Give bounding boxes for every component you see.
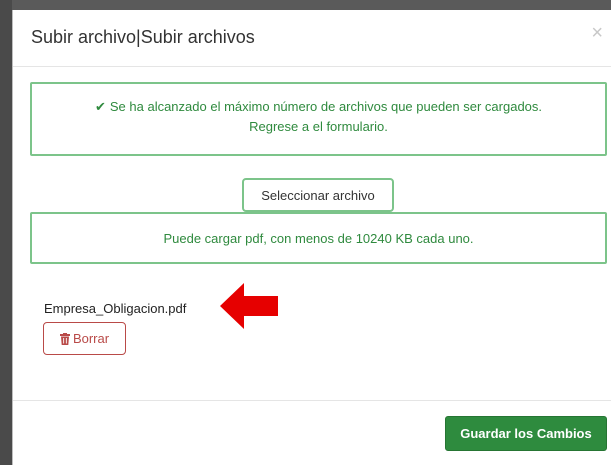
uploaded-file-name: Empresa_Obligacion.pdf	[44, 301, 187, 316]
red-arrow-annotation	[220, 283, 278, 329]
save-changes-button[interactable]: Guardar los Cambios	[445, 416, 607, 451]
backdrop-left	[0, 0, 12, 465]
alert-text-1: Se ha alcanzado el máximo número de arch…	[109, 99, 543, 114]
modal-footer-divider	[13, 400, 611, 401]
upload-info-box: Puede cargar pdf, con menos de 10240 KB …	[30, 212, 607, 264]
upload-info-text: Puede cargar pdf, con menos de 10240 KB …	[163, 230, 474, 246]
modal-title: Subir archivo|Subir archivos	[31, 27, 255, 47]
modal-header: Subir archivo|Subir archivos ×	[13, 10, 611, 67]
close-button[interactable]: ×	[591, 23, 603, 43]
upload-modal: Subir archivo|Subir archivos × ✔ Se ha al…	[12, 10, 611, 465]
backdrop-top	[0, 0, 611, 10]
alert-text-2: Regrese a el formulario.	[249, 119, 388, 134]
delete-file-button[interactable]: Borrar	[43, 322, 126, 355]
delete-button-label: Borrar	[72, 331, 110, 346]
max-files-alert: ✔ Se ha alcanzado el máximo número de arc…	[30, 82, 607, 156]
check-icon: ✔	[94, 99, 106, 114]
select-file-button[interactable]: Seleccionar archivo	[242, 178, 394, 212]
trash-icon	[59, 332, 70, 345]
alert-line-1: ✔ Se ha alcanzado el máximo número de arc…	[32, 97, 605, 117]
